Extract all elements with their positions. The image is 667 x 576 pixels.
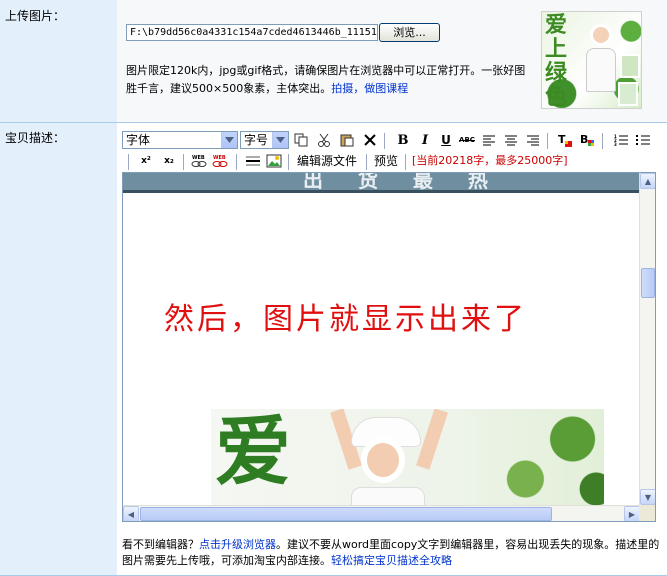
toolbar-separator — [128, 154, 129, 170]
rich-text-editor[interactable]: 出 货 最 热 然后，图片就显示出来了 爱 ▲ ▼ ◀ ▶ — [122, 172, 656, 522]
insert-image-icon[interactable] — [265, 152, 283, 170]
scroll-right-icon[interactable]: ▶ — [624, 506, 640, 521]
font-color-icon[interactable]: T — [556, 131, 574, 149]
svg-text:B: B — [580, 133, 588, 146]
editor-red-text: 然后，图片就显示出来了 — [164, 302, 527, 337]
scroll-up-icon[interactable]: ▲ — [640, 173, 655, 189]
align-left-icon[interactable] — [480, 131, 498, 149]
copy-icon[interactable] — [292, 131, 310, 149]
size-select-value: 字号 — [244, 133, 269, 147]
edit-source-button[interactable]: 编辑源文件 — [297, 152, 357, 170]
background-color-icon[interactable]: B — [578, 131, 596, 149]
character-counter: [当前20218字，最多25000字] — [412, 154, 568, 167]
label-column — [0, 0, 117, 576]
underline-icon[interactable]: U — [437, 131, 455, 149]
thumbnail-char: 绿 — [545, 61, 568, 86]
strikethrough-icon[interactable]: ABC — [458, 131, 476, 149]
preview-button[interactable]: 预览 — [374, 152, 398, 170]
scroll-down-icon[interactable]: ▼ — [640, 489, 655, 505]
vertical-scroll-thumb[interactable] — [641, 268, 655, 298]
image-figure-head — [361, 437, 405, 483]
horizontal-scroll-thumb[interactable] — [140, 507, 552, 521]
horizontal-rule-icon[interactable] — [244, 152, 262, 170]
thumbnail-photo-frame — [618, 82, 638, 106]
thumbnail-figure-body — [586, 48, 616, 92]
photo-course-link[interactable]: 拍摄，做图课程 — [331, 82, 408, 95]
thumbnail-char: 爱 — [545, 13, 568, 38]
chevron-down-icon — [272, 132, 288, 148]
toolbar-separator — [547, 133, 548, 149]
vertical-scrollbar[interactable]: ▲ ▼ — [639, 173, 655, 505]
thumbnail-char: 色 — [545, 85, 568, 109]
chevron-down-icon — [221, 132, 237, 148]
browse-button[interactable]: 浏览... — [379, 23, 440, 42]
superscript-icon[interactable]: x² — [137, 152, 155, 170]
image-title-char: 爱 — [215, 409, 291, 496]
toolbar-separator — [602, 133, 603, 149]
editor-help-note: 看不到编辑器？点击升级浏览器。建议不要从word里面copy文字到编辑器里，容易… — [122, 537, 662, 569]
upload-hint: 图片限定120k内，jpg或gif格式，请确保图片在浏览器中可以正常打开。一张好… — [126, 62, 526, 98]
unlink-icon[interactable]: WEB — [211, 152, 229, 170]
file-path-input[interactable]: F:\b79dd56c0a4331c154a7cded4613446b_1115… — [126, 24, 378, 41]
subscript-icon[interactable]: x₂ — [160, 152, 178, 170]
cut-icon[interactable] — [315, 131, 333, 149]
delete-icon[interactable] — [361, 131, 379, 149]
description-guide-link[interactable]: 轻松搞定宝贝描述全攻略 — [331, 554, 452, 567]
svg-text:WEB: WEB — [213, 155, 226, 161]
uploaded-image-thumbnail[interactable]: 爱 上 绿 色 — [541, 11, 642, 109]
row-divider — [0, 122, 667, 123]
align-center-icon[interactable] — [502, 131, 520, 149]
banner-strip — [123, 190, 640, 193]
font-select[interactable]: 字体 — [122, 131, 238, 149]
link-icon[interactable]: WEB — [190, 152, 208, 170]
italic-icon[interactable]: I — [416, 131, 434, 149]
svg-text:3: 3 — [614, 142, 617, 146]
upgrade-browser-link[interactable]: 点击升级浏览器 — [199, 538, 276, 551]
scroll-left-icon[interactable]: ◀ — [123, 506, 139, 521]
bold-icon[interactable]: B — [394, 131, 412, 149]
toolbar-separator — [183, 154, 184, 170]
svg-text:WEB: WEB — [192, 155, 205, 161]
thumbnail-photo-frame — [620, 54, 640, 78]
font-select-value: 字体 — [126, 133, 151, 147]
upload-hint-text: 图片限定120k内，jpg或gif格式，请确保图片在浏览器中可以正常打开。一张好… — [126, 64, 526, 95]
svg-text:T: T — [558, 133, 566, 146]
scrollbar-corner — [639, 505, 655, 521]
thumbnail-figure-head — [590, 24, 612, 46]
note-prefix: 看不到编辑器？ — [122, 538, 199, 551]
toolbar-separator — [236, 154, 237, 170]
editor-banner-image: 出 货 最 热 — [123, 173, 640, 193]
bullet-list-icon[interactable] — [634, 131, 652, 149]
numbered-list-icon[interactable]: 123 — [612, 131, 630, 149]
align-right-icon[interactable] — [524, 131, 542, 149]
editor-product-image[interactable]: 爱 — [211, 409, 604, 509]
toolbar-separator — [405, 154, 406, 170]
thumbnail-char: 上 — [545, 37, 568, 62]
toolbar-separator — [384, 133, 385, 149]
toolbar-separator — [288, 154, 289, 170]
toolbar-separator — [366, 154, 367, 170]
upload-label: 上传图片： — [5, 9, 66, 23]
horizontal-scrollbar[interactable]: ◀ ▶ — [123, 505, 640, 521]
paste-icon[interactable] — [338, 131, 356, 149]
size-select[interactable]: 字号 — [240, 131, 289, 149]
description-label: 宝贝描述： — [5, 131, 66, 145]
